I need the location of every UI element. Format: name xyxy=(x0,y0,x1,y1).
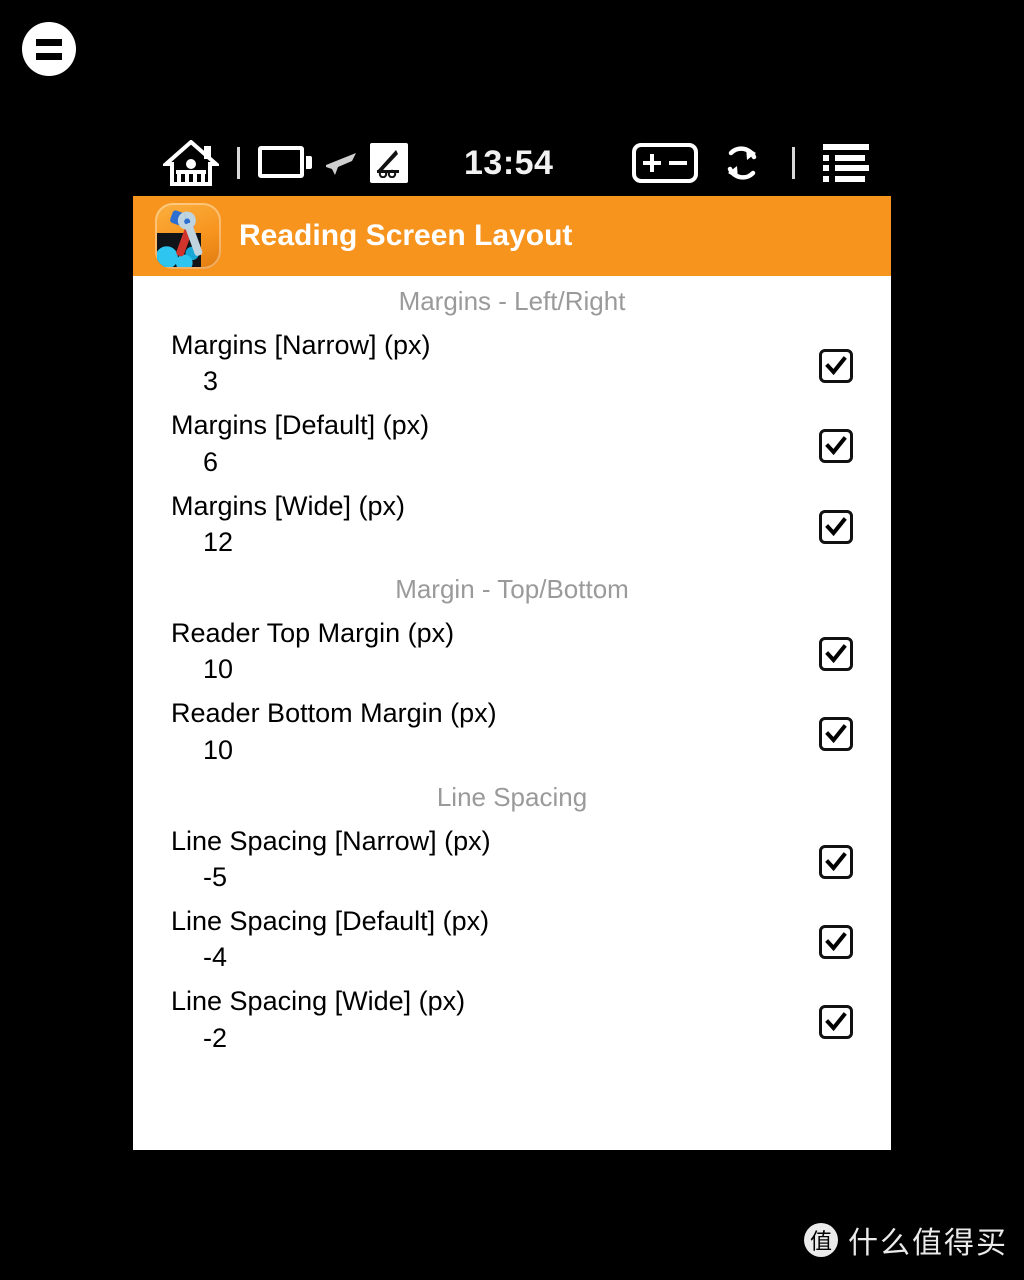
settings-list-panel[interactable]: Margins - Left/Right Margins [Narrow] (px… xyxy=(133,276,891,1150)
list-menu-icon[interactable] xyxy=(823,144,869,182)
list-bullet xyxy=(823,175,829,182)
home-icon[interactable] xyxy=(163,140,219,186)
settings-list: Margins - Left/Right Margins [Narrow] (px… xyxy=(133,276,891,1060)
checkbox[interactable] xyxy=(819,925,853,960)
settings-row-texts: Line Spacing [Wide] (px) -2 xyxy=(133,983,781,1055)
settings-row-title: Margins [Default] (px) xyxy=(171,410,430,441)
settings-row[interactable]: Margins [Narrow] (px) 3 xyxy=(133,323,891,403)
settings-row-checkbox-cell xyxy=(781,615,891,672)
plus-minus-box-icon[interactable] xyxy=(632,143,698,183)
list-bar xyxy=(835,175,865,182)
status-bar-left-group xyxy=(163,140,408,186)
list-bar xyxy=(835,165,869,172)
app-title-bar: Reading Screen Layout xyxy=(133,196,891,276)
checkbox[interactable] xyxy=(819,349,853,383)
settings-row-title: Margins [Narrow] (px) xyxy=(171,330,431,360)
list-bullet xyxy=(823,154,829,161)
settings-row-title: Margins [Wide] (px) xyxy=(171,490,406,521)
settings-row[interactable]: Line Spacing [Wide] (px) -2 xyxy=(133,979,891,1059)
settings-row-value[interactable]: -2 xyxy=(171,1020,781,1056)
minus-glyph xyxy=(669,154,687,172)
settings-row-title: Line Spacing [Default] (px) xyxy=(171,906,490,937)
checkbox[interactable] xyxy=(819,429,853,464)
settings-row-title: Reader Top Margin (px) xyxy=(171,618,455,649)
settings-row-texts: Line Spacing [Default] (px) -4 xyxy=(133,903,781,975)
battery-body xyxy=(258,146,304,178)
status-divider-2 xyxy=(792,147,795,179)
checkbox[interactable] xyxy=(819,509,853,544)
equals-bar-top xyxy=(36,38,62,46)
list-bullet xyxy=(823,165,829,172)
status-bar-clock-group: 13:54 xyxy=(464,144,553,183)
page-title: Reading Screen Layout xyxy=(239,219,573,252)
settings-row-texts: Margins [Wide] (px) 12 xyxy=(133,488,781,560)
settings-row-value[interactable]: 10 xyxy=(171,651,781,687)
list-row-1 xyxy=(823,144,869,150)
battery-icon xyxy=(258,146,312,180)
list-row-4 xyxy=(823,175,869,182)
device-screenshot: 13:54 Reading Screen Layout Margins - Le… xyxy=(0,0,1024,1280)
settings-row-title: Line Spacing [Wide] (px) xyxy=(171,986,466,1017)
equals-bar-bottom xyxy=(36,52,62,60)
settings-row-texts: Line Spacing [Narrow] (px) -5 xyxy=(133,823,781,895)
settings-row-checkbox-cell xyxy=(781,823,891,879)
checkbox[interactable] xyxy=(819,844,853,879)
settings-row-texts: Margins [Narrow] (px) 3 xyxy=(133,327,781,399)
satellite-dish-icon xyxy=(370,143,408,183)
list-row-3 xyxy=(823,165,869,172)
settings-row-checkbox-cell xyxy=(781,488,891,544)
settings-row-title: Reader Bottom Margin (px) xyxy=(171,698,497,729)
airplane-mode-icon xyxy=(324,147,358,179)
settings-row-value[interactable]: -5 xyxy=(171,859,781,895)
section-header: Margin - Top/Bottom xyxy=(395,574,629,605)
settings-row-checkbox-cell xyxy=(781,407,891,464)
settings-row-title: Line Spacing [Narrow] (px) xyxy=(171,825,491,856)
list-row-2 xyxy=(823,154,869,161)
settings-row[interactable]: Line Spacing [Default] (px) -4 xyxy=(133,899,891,979)
battery-cap xyxy=(306,156,312,169)
settings-row-texts: Reader Top Margin (px) 10 xyxy=(133,615,781,687)
watermark-text: 什么值得买 xyxy=(848,1226,1008,1261)
settings-row-value[interactable]: 3 xyxy=(171,363,781,399)
app-icon-tools-art xyxy=(170,210,203,257)
settings-row-checkbox-cell xyxy=(781,327,891,383)
list-bar xyxy=(835,154,865,161)
plus-glyph xyxy=(643,154,661,172)
watermark: 值 什么值得买 xyxy=(804,1218,1008,1262)
equals-menu-icon[interactable] xyxy=(22,22,76,76)
status-divider-1 xyxy=(237,147,240,179)
settings-row-texts: Reader Bottom Margin (px) 10 xyxy=(133,695,781,767)
checkbox[interactable] xyxy=(819,717,853,752)
settings-row-checkbox-cell xyxy=(781,983,891,1040)
settings-row[interactable]: Reader Top Margin (px) 10 xyxy=(133,611,891,691)
settings-row-value[interactable]: -4 xyxy=(171,939,781,975)
settings-row-value[interactable]: 6 xyxy=(171,444,781,480)
clock-time: 13:54 xyxy=(464,143,554,182)
settings-row-value[interactable]: 10 xyxy=(171,732,781,768)
refresh-icon[interactable] xyxy=(720,141,764,185)
settings-row[interactable]: Margins [Wide] (px) 12 xyxy=(133,484,891,564)
settings-row-checkbox-cell xyxy=(781,695,891,752)
status-bar: 13:54 xyxy=(133,130,891,196)
section-header: Line Spacing xyxy=(436,781,588,812)
settings-row[interactable]: Margins [Default] (px) 6 xyxy=(133,403,891,483)
settings-row[interactable]: Reader Bottom Margin (px) 10 xyxy=(133,691,891,771)
checkbox[interactable] xyxy=(819,1005,853,1040)
status-bar-right-group xyxy=(632,141,869,185)
watermark-logo: 值 xyxy=(804,1223,838,1257)
settings-row-texts: Margins [Default] (px) 6 xyxy=(133,407,781,479)
section-header: Margins - Left/Right xyxy=(398,286,626,316)
list-bar xyxy=(823,144,869,150)
settings-row-value[interactable]: 12 xyxy=(171,524,781,560)
settings-row-checkbox-cell xyxy=(781,903,891,960)
hammer-wrench-app-icon xyxy=(155,203,221,269)
settings-row[interactable]: Line Spacing [Narrow] (px) -5 xyxy=(133,819,891,899)
checkbox[interactable] xyxy=(819,637,853,672)
